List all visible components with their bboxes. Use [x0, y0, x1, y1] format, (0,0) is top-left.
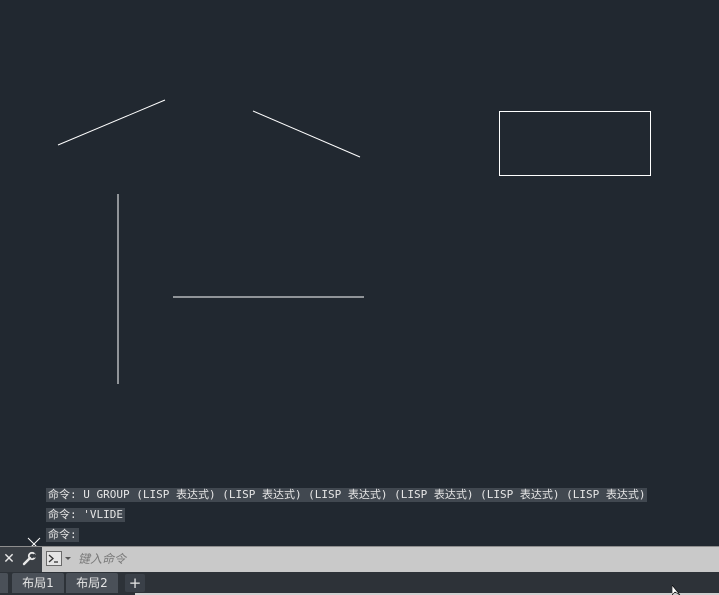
command-history-line: 命令:: [46, 528, 79, 542]
add-layout-button[interactable]: +: [125, 574, 145, 592]
command-line-bar: ✕: [0, 546, 719, 572]
command-input-area: [42, 547, 719, 572]
arrow-cursor-icon: [672, 585, 681, 595]
tab-layout2[interactable]: 布局2: [66, 573, 118, 593]
tab-layout1[interactable]: 布局1: [12, 573, 64, 593]
command-prompt-icon[interactable]: [46, 551, 72, 567]
drawing-line-roof-right[interactable]: [252, 110, 361, 158]
command-line-handle[interactable]: ✕: [0, 547, 42, 572]
wrench-icon[interactable]: [20, 550, 38, 568]
drawing-canvas[interactable]: [0, 0, 719, 595]
close-icon[interactable]: ✕: [2, 550, 16, 568]
command-input[interactable]: [76, 549, 713, 569]
layout-tab-bar: 布局1 布局2 +: [0, 572, 719, 595]
tab-model[interactable]: [0, 573, 8, 593]
drawing-line-roof-left[interactable]: [57, 99, 166, 146]
drawing-rectangle[interactable]: [499, 111, 651, 176]
command-history-line: 命令: U GROUP (LISP 表达式) (LISP 表达式) (LISP …: [46, 488, 648, 502]
command-history-line: 命令: 'VLIDE: [46, 508, 125, 522]
